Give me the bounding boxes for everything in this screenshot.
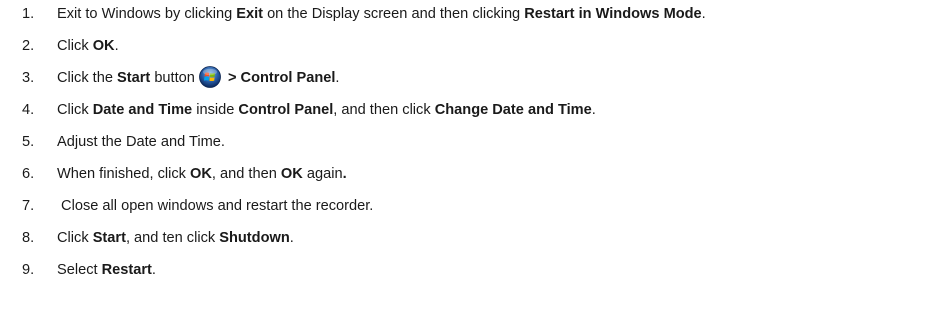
step-text: Exit to Windows by clicking Exit on the … [57,6,706,22]
step-text: Click OK. [57,38,119,54]
step-bold-term: Restart in Windows Mode [524,6,702,22]
step-text-segment: on the Display screen and then clicking [263,6,525,22]
step-text-segment: Select [57,262,102,278]
step-text-segment: again [302,166,343,182]
step-text: Click Date and Time inside Control Panel… [57,102,596,118]
step-text-segment: Exit to Windows by clicking [57,6,237,22]
step-bold-term: Start [117,70,151,86]
step-number: 6. [22,166,35,182]
step-bold-term: . [342,166,347,182]
step-bold-term: OK [190,166,212,182]
windows-start-orb-icon [199,66,221,88]
step-text: Close all open windows and restart the r… [57,198,373,214]
step-bold-term: Change Date and Time [434,102,592,118]
step-text-segment: Click [57,38,93,54]
step-text-segment: . [701,6,706,22]
step-number: 4. [22,102,35,118]
step-text: Click the Start button > Control Panel. [57,66,340,89]
step-number: 2. [22,38,35,54]
step-number: 3. [22,70,35,86]
step-text-segment: Adjust the Date and Time. [57,134,225,150]
step-number: 9. [22,262,35,278]
step-text-segment: , and ten click [125,230,220,246]
step-text: Select Restart. [57,262,156,278]
instruction-steps-list: 1. Exit to Windows by clicking Exit on th… [0,0,932,320]
step-text-segment: , and then click [333,102,435,118]
step-bold-term: Start [92,230,126,246]
step-bold-term: Control Panel [238,102,334,118]
step-text-segment: . [591,102,596,118]
step-text-segment: inside [192,102,239,118]
step-number: 7. [22,198,35,214]
step-bold-term: Shutdown [219,230,290,246]
step-bold-term: Exit [236,6,264,22]
step-bold-term: Date and Time [92,102,193,118]
step-text-segment: . [151,262,156,278]
step-text: Adjust the Date and Time. [57,134,225,150]
step-text: When finished, click OK, and then OK aga… [57,166,347,182]
step-bold-term: OK [92,38,115,54]
step-text-segment: . [289,230,294,246]
step-text-segment: When finished, click [57,166,191,182]
step-number: 5. [22,134,35,150]
step-text: Click Start, and ten click Shutdown. [57,230,294,246]
step-bold-term: > Control Panel [223,70,336,86]
step-text-segment: . [335,70,340,86]
step-bold-term: OK [280,166,303,182]
step-text-segment: Close all open windows and restart the r… [57,198,374,214]
step-bold-term: Restart [101,262,152,278]
step-text-segment: Click [57,102,93,118]
step-number: 8. [22,230,35,246]
step-text-segment: button [150,70,195,86]
step-text-segment: , and then [211,166,281,182]
step-text-segment: Click the [57,70,118,86]
step-number: 1. [22,6,35,22]
step-text-segment: . [114,38,119,54]
step-text-segment: Click [57,230,93,246]
